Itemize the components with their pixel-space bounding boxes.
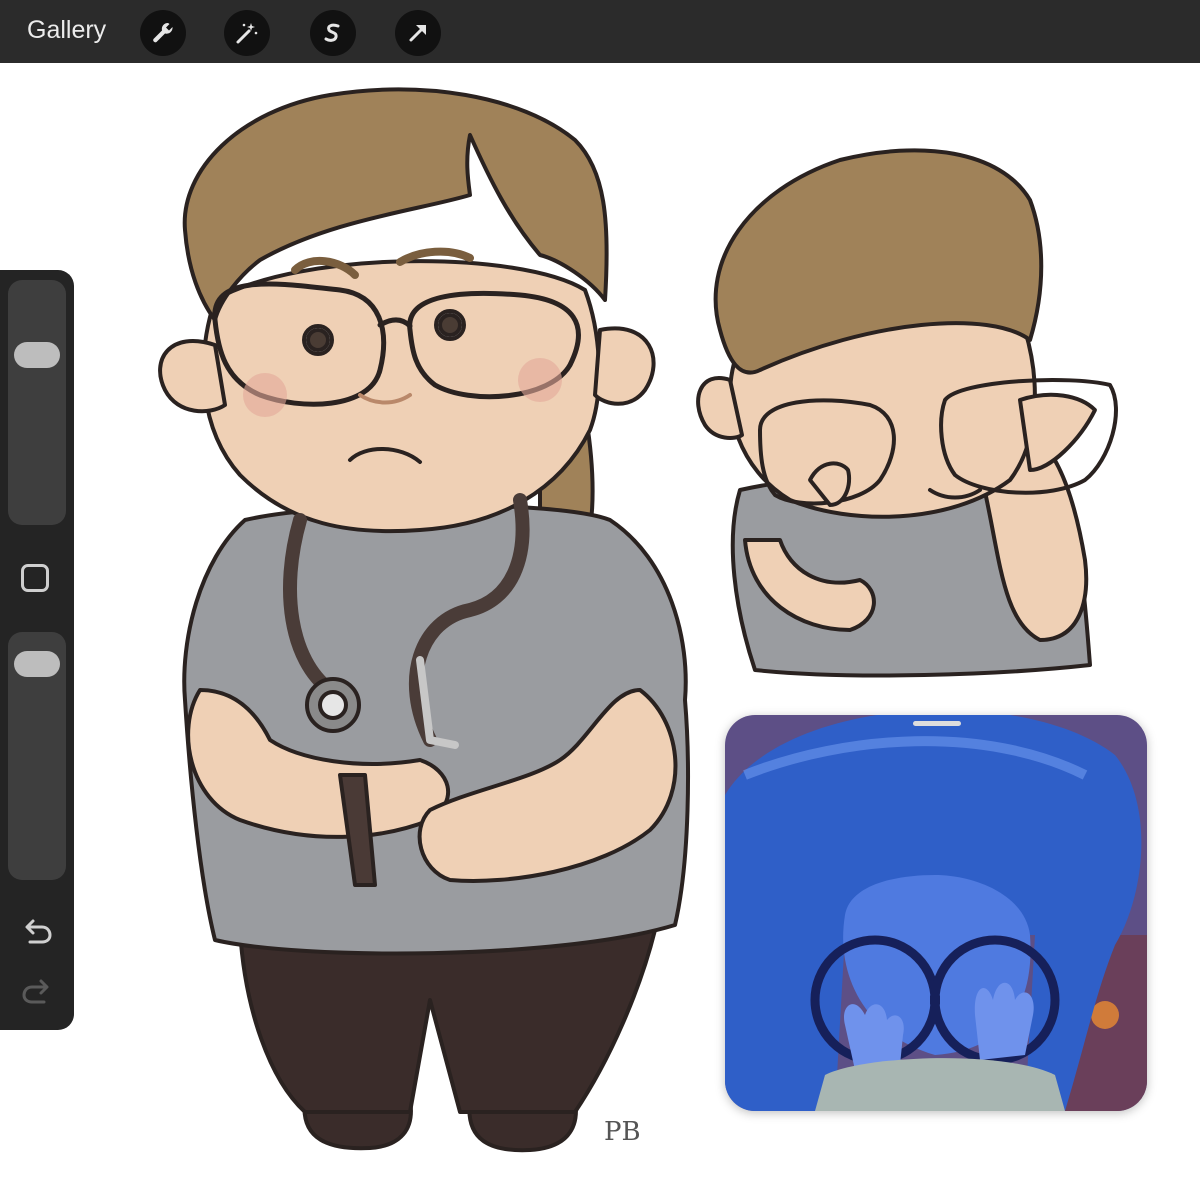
brush-size-thumb[interactable] xyxy=(14,341,60,368)
redo-icon[interactable] xyxy=(20,975,54,1009)
brush-size-slider[interactable] xyxy=(8,280,66,525)
modify-square-icon[interactable] xyxy=(21,564,49,592)
opacity-thumb[interactable] xyxy=(14,650,60,677)
opacity-slider[interactable] xyxy=(8,632,66,880)
undo-icon[interactable] xyxy=(20,915,54,949)
window-drag-handle[interactable] xyxy=(913,721,961,726)
reference-image xyxy=(725,715,1147,1111)
reference-image-window[interactable] xyxy=(725,715,1147,1111)
artist-signature: PB xyxy=(604,1117,641,1147)
left-sidebar xyxy=(0,270,74,1030)
